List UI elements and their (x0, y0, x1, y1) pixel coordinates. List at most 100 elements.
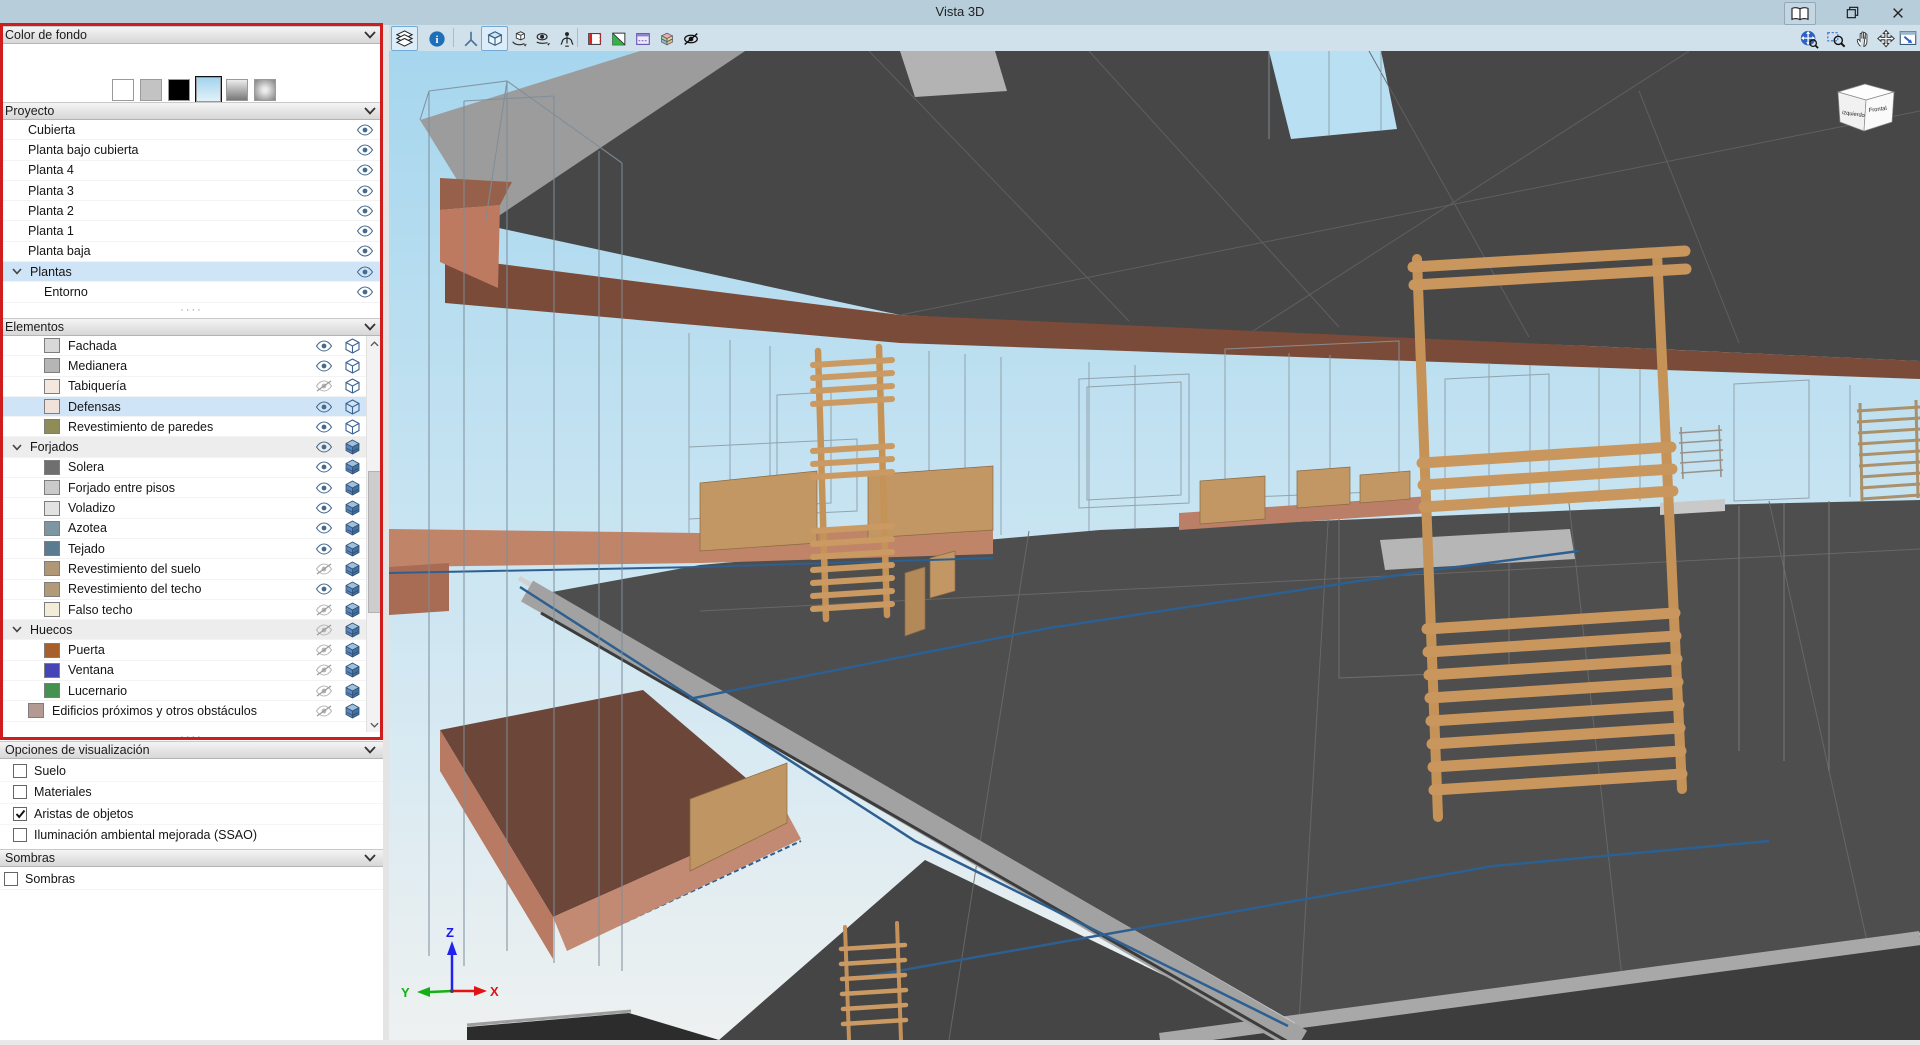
eye-hidden-icon[interactable] (315, 380, 333, 392)
toolbar-button-view-layers-icon[interactable] (391, 26, 418, 51)
cube-outline-icon[interactable] (345, 419, 360, 435)
scrollbar-thumb[interactable] (368, 471, 383, 613)
color-swatch[interactable] (44, 642, 60, 658)
proyecto-row[interactable]: Cubierta (0, 120, 381, 141)
view-cube[interactable]: izquierdo Frontal (1836, 83, 1896, 132)
elementos-row[interactable]: Puerta (0, 640, 366, 661)
scroll-down-icon[interactable] (367, 717, 382, 732)
expander-chevron-icon[interactable] (12, 444, 26, 451)
cube-solid-icon[interactable] (345, 581, 360, 597)
elementos-row[interactable]: Voladizo (0, 498, 366, 519)
section-header-proyecto[interactable]: Proyecto (0, 102, 383, 120)
option-row[interactable]: Aristas de objetos (0, 803, 383, 825)
color-swatch[interactable] (44, 459, 60, 475)
background-swatch-black[interactable] (168, 79, 190, 101)
toolbar-button-work-area-icon[interactable] (605, 26, 632, 51)
elementos-row[interactable]: Azotea (0, 518, 366, 539)
cube-solid-icon[interactable] (345, 439, 360, 455)
elementos-row[interactable]: Falso techo (0, 599, 366, 621)
splitter-handle[interactable]: ···· (0, 305, 383, 316)
cube-solid-icon[interactable] (345, 683, 360, 699)
scroll-up-icon[interactable] (367, 336, 382, 351)
splitter-handle[interactable]: ···· (0, 732, 383, 743)
eye-visible-icon[interactable] (356, 245, 374, 257)
toolbar-button-axes-tripod-icon[interactable] (457, 26, 484, 51)
viewport-3d[interactable]: izquierdo Frontal Z X Y (388, 50, 1920, 1045)
checkbox-checked[interactable] (13, 806, 27, 821)
elementos-row[interactable]: Huecos (0, 620, 366, 641)
eye-visible-icon[interactable] (315, 340, 333, 352)
elementos-row[interactable]: Ventana (0, 660, 366, 682)
option-row[interactable]: Sombras (0, 869, 383, 891)
option-row[interactable]: Materiales (0, 782, 383, 804)
toolbar-button-layer-cube-icon[interactable] (653, 26, 680, 51)
expander-chevron-icon[interactable] (12, 626, 26, 633)
elementos-row[interactable]: Fachada (0, 336, 366, 357)
restore-window-icon[interactable] (1838, 2, 1866, 23)
expander-chevron-icon[interactable] (12, 268, 26, 275)
eye-hidden-icon[interactable] (315, 603, 333, 616)
elementos-row[interactable]: Tejado (0, 538, 366, 560)
eye-visible-icon[interactable] (356, 205, 374, 217)
cube-solid-icon[interactable] (345, 662, 360, 678)
docs-book-icon[interactable] (1784, 2, 1816, 25)
elementos-row[interactable]: Revestimiento de paredes (0, 417, 366, 438)
option-row[interactable]: Suelo (0, 761, 383, 783)
cube-solid-icon[interactable] (345, 561, 360, 577)
cube-solid-icon[interactable] (345, 622, 360, 638)
cube-solid-icon[interactable] (345, 459, 360, 475)
cube-solid-icon[interactable] (345, 642, 360, 658)
background-swatch-sky-gradient[interactable] (195, 76, 222, 103)
checkbox-unchecked[interactable] (13, 785, 27, 800)
cube-solid-icon[interactable] (345, 541, 360, 557)
color-swatch[interactable] (44, 338, 60, 354)
eye-visible-icon[interactable] (356, 266, 374, 278)
eye-visible-icon[interactable] (356, 184, 374, 197)
background-swatch-radial-gray[interactable] (254, 79, 276, 101)
elementos-row[interactable]: Edificios próximos y otros obstáculos (0, 701, 366, 722)
eye-visible-icon[interactable] (315, 482, 333, 494)
proyecto-row[interactable]: Planta 4 (0, 160, 381, 181)
color-swatch[interactable] (44, 520, 60, 536)
option-row[interactable]: Iluminación ambiental mejorada (SSAO) (0, 824, 383, 843)
cube-outline-icon[interactable] (345, 358, 360, 374)
toolbar-button-info-icon[interactable]: i (423, 26, 450, 51)
toolbar-button-previous-view-icon[interactable] (1894, 26, 1920, 51)
toolbar-button-hide-elements-icon[interactable] (677, 26, 704, 51)
eye-hidden-icon[interactable] (315, 563, 333, 575)
elementos-row[interactable]: Medianera (0, 356, 366, 377)
color-swatch[interactable] (44, 561, 60, 577)
elementos-row[interactable]: Defensas (0, 396, 366, 418)
elementos-row[interactable]: Forjado entre pisos (0, 478, 366, 499)
toolbar-button-look-around-icon[interactable] (529, 26, 556, 51)
eye-visible-icon[interactable] (315, 441, 333, 453)
proyecto-row[interactable]: Plantas (0, 262, 381, 283)
checkbox-unchecked[interactable] (13, 764, 27, 779)
color-swatch[interactable] (44, 500, 60, 516)
toolbar-button-viewport-frame-icon[interactable] (629, 26, 656, 51)
cube-solid-icon[interactable] (345, 480, 360, 496)
toolbar-button-zoom-extents-icon[interactable] (1795, 26, 1822, 51)
toolbar-button-section-planes-icon[interactable] (581, 26, 608, 51)
cube-outline-icon[interactable] (345, 398, 360, 415)
cube-outline-icon[interactable] (345, 338, 360, 354)
eye-visible-icon[interactable] (356, 124, 374, 136)
cube-outline-icon[interactable] (345, 378, 360, 394)
checkbox-unchecked[interactable] (4, 872, 18, 887)
elementos-row[interactable]: Forjados (0, 437, 366, 458)
proyecto-row[interactable]: Planta bajo cubierta (0, 140, 381, 161)
elementos-row[interactable]: Revestimiento del suelo (0, 559, 366, 580)
eye-visible-icon[interactable] (315, 522, 333, 534)
section-header-sombras[interactable]: Sombras (0, 849, 383, 867)
color-swatch[interactable] (44, 662, 60, 678)
eye-hidden-icon[interactable] (315, 624, 333, 636)
eye-hidden-icon[interactable] (315, 705, 333, 717)
toolbar-button-shaded-view-icon[interactable] (481, 26, 508, 51)
close-window-icon[interactable] (1884, 2, 1912, 23)
elementos-row[interactable]: Lucernario (0, 681, 366, 702)
eye-visible-icon[interactable] (315, 421, 333, 433)
elementos-row[interactable]: Solera (0, 457, 366, 479)
eye-visible-icon[interactable] (356, 144, 374, 156)
eye-visible-icon[interactable] (315, 583, 333, 595)
toolbar-button-first-person-icon[interactable] (553, 26, 580, 51)
